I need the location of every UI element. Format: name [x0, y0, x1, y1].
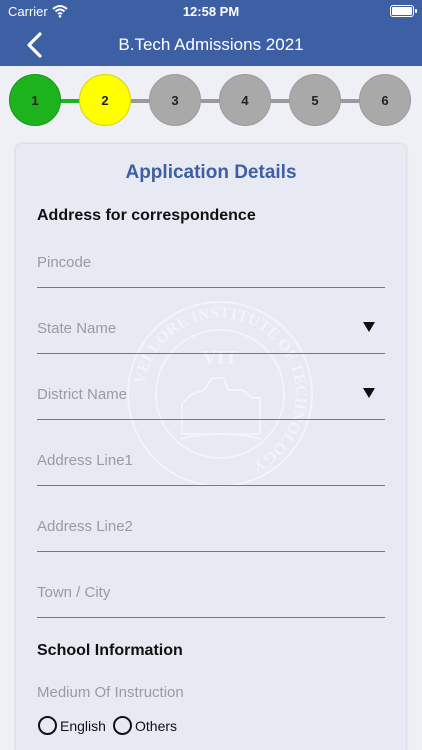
address-line1-field[interactable]: Address Line1	[37, 442, 385, 486]
pincode-placeholder: Pincode	[37, 254, 92, 271]
address-line2-placeholder: Address Line2	[37, 518, 133, 535]
dropdown-triangle-icon	[363, 322, 375, 332]
radio-english-label: English	[60, 717, 106, 734]
address-section-title: Address for correspondence	[37, 207, 256, 224]
progress-stepper: 1 2 3 4 5 6	[0, 74, 422, 128]
radio-circle-icon	[113, 716, 132, 735]
battery-icon	[390, 5, 417, 17]
step-3[interactable]: 3	[149, 74, 201, 126]
town-city-placeholder: Town / City	[37, 584, 111, 601]
status-time: 12:58 PM	[182, 4, 240, 19]
radio-others[interactable]: Others	[113, 716, 177, 735]
step-4[interactable]: 4	[219, 74, 271, 126]
nav-bar: B.Tech Admissions 2021	[0, 24, 422, 66]
radio-others-label: Others	[135, 717, 178, 734]
application-form-card: VELLORE INSTITUTE OF TECHNOLOGY VIT Appl…	[16, 144, 406, 750]
step-5[interactable]: 5	[289, 74, 341, 126]
pincode-field[interactable]: Pincode	[37, 244, 385, 288]
district-placeholder: District Name	[37, 386, 128, 403]
step-6[interactable]: 6	[359, 74, 411, 126]
state-select[interactable]: State Name	[37, 310, 385, 354]
school-section-title: School Information	[37, 642, 183, 659]
step-2[interactable]: 2	[79, 74, 131, 126]
town-city-field[interactable]: Town / City	[37, 574, 385, 618]
step-1[interactable]: 1	[9, 74, 61, 126]
form-heading: Application Details	[125, 162, 297, 183]
address-line2-field[interactable]: Address Line2	[37, 508, 385, 552]
radio-circle-icon	[38, 716, 57, 735]
status-bar: Carrier 12:58 PM	[0, 0, 422, 24]
radio-english[interactable]: English	[38, 716, 106, 735]
address-line1-placeholder: Address Line1	[37, 452, 133, 469]
nav-title: B.Tech Admissions 2021	[118, 35, 304, 54]
medium-of-instruction-label: Medium Of Instruction	[37, 684, 184, 701]
district-select[interactable]: District Name	[37, 376, 385, 420]
dropdown-triangle-icon	[363, 388, 375, 398]
state-placeholder: State Name	[37, 320, 117, 337]
